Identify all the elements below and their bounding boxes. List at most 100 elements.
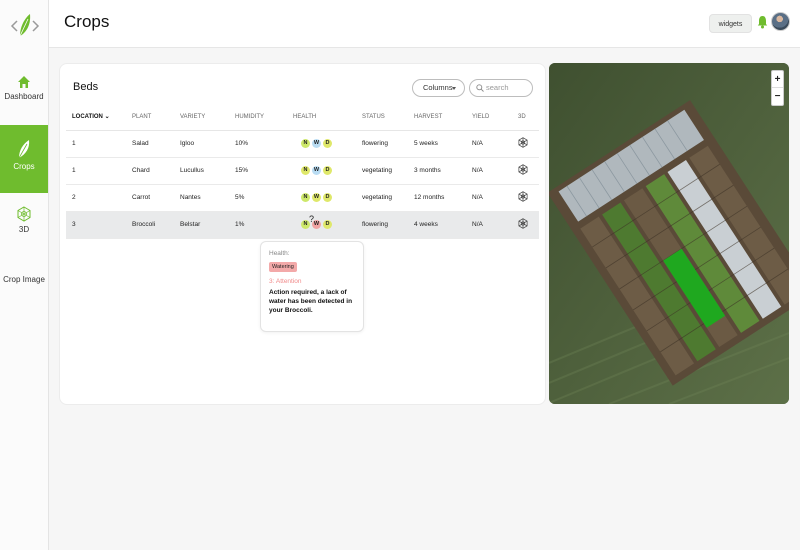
- health-badge-n[interactable]: N: [301, 193, 310, 202]
- satellite-map[interactable]: + −: [549, 63, 789, 404]
- cell-location: 3: [72, 221, 76, 228]
- health-badge-n[interactable]: N: [301, 166, 310, 175]
- cell-variety: Belstar: [180, 221, 201, 228]
- cell-yield: N/A: [472, 140, 483, 147]
- cube-icon[interactable]: [518, 191, 528, 202]
- search-input[interactable]: search: [469, 79, 533, 97]
- column-header-humidity[interactable]: HUMIDITY: [229, 104, 287, 131]
- beds-table: LOCATION ⌄ PLANT VARIETY HUMIDITY HEALTH…: [66, 104, 539, 239]
- health-badge-w[interactable]: W: [312, 139, 321, 148]
- widgets-button[interactable]: widgets: [709, 14, 752, 33]
- page-title: Crops: [64, 12, 110, 31]
- zoom-in-button[interactable]: +: [772, 71, 783, 88]
- sidebar-item-crops[interactable]: Crops: [0, 125, 48, 193]
- cell-status: flowering: [362, 221, 389, 228]
- cell-variety: Igloo: [180, 140, 195, 147]
- cell-harvest: 12 months: [414, 194, 445, 201]
- cell-health: NWD: [287, 211, 356, 238]
- cell-humidity: 1%: [235, 221, 245, 228]
- column-header-harvest[interactable]: HARVEST: [408, 104, 466, 131]
- cell-3d: [512, 157, 539, 184]
- cell-health: NWD: [287, 130, 356, 157]
- health-tooltip: Health: Watering 3: Attention Action req…: [260, 241, 364, 332]
- help-cursor-icon: ?: [309, 214, 315, 224]
- bell-icon[interactable]: [757, 15, 768, 29]
- cell-variety: Lucullus: [180, 167, 204, 174]
- table-row[interactable]: 3 Broccoli Belstar 1% NWD flowering 4 we…: [66, 211, 539, 238]
- cell-status: flowering: [362, 140, 389, 147]
- cell-status: vegetating: [362, 167, 392, 174]
- sidebar-item-dashboard[interactable]: Dashboard: [0, 75, 48, 115]
- columns-label: Columns: [423, 83, 453, 92]
- home-icon: [18, 76, 30, 88]
- health-badge-d[interactable]: D: [323, 166, 332, 175]
- sidebar-item-label: Crop Image: [3, 275, 45, 284]
- sidebar-item-crop-image[interactable]: Crop Image: [0, 275, 48, 295]
- cell-humidity: 5%: [235, 194, 245, 201]
- health-badge-n[interactable]: N: [301, 139, 310, 148]
- sidebar-item-label: 3D: [18, 225, 30, 234]
- cell-variety: Nantes: [180, 194, 201, 201]
- column-header-plant[interactable]: PLANT: [126, 104, 174, 131]
- column-header-variety[interactable]: VARIETY: [174, 104, 229, 131]
- avatar[interactable]: [771, 12, 790, 31]
- sidebar-item-label: Dashboard: [4, 92, 44, 101]
- columns-button[interactable]: Columns: [412, 79, 465, 97]
- table-row[interactable]: 2 Carrot Nantes 5% NWD vegetating 12 mon…: [66, 184, 539, 211]
- column-header-yield[interactable]: YIELD: [466, 104, 512, 131]
- column-header-status[interactable]: STATUS: [356, 104, 408, 131]
- cell-plant: Carrot: [132, 194, 151, 201]
- cell-yield: N/A: [472, 221, 483, 228]
- sidebar-item-3d[interactable]: 3D: [0, 206, 48, 246]
- chevron-down-icon: ⌄: [104, 114, 110, 121]
- cell-3d: [512, 130, 539, 157]
- cell-humidity: 10%: [235, 140, 249, 147]
- tooltip-tag: Watering: [269, 262, 297, 272]
- search-placeholder: search: [486, 83, 509, 92]
- sidebar-item-label: Crops: [13, 162, 35, 171]
- cube-icon: [17, 206, 31, 222]
- caret-down-icon: [452, 87, 456, 90]
- cube-icon[interactable]: [518, 164, 528, 175]
- sidebar: Dashboard Crops 3D Crop Image: [0, 0, 49, 550]
- cell-location: 1: [72, 140, 76, 147]
- satellite-image: [549, 63, 789, 404]
- cell-3d: [512, 184, 539, 211]
- cell-health: NWD: [287, 157, 356, 184]
- cube-icon[interactable]: [518, 137, 528, 148]
- cell-plant: Broccoli: [132, 221, 156, 228]
- leaf-icon: [18, 140, 30, 159]
- column-header-health[interactable]: HEALTH: [287, 104, 356, 131]
- search-icon: [476, 84, 484, 92]
- cell-harvest: 3 months: [414, 167, 441, 174]
- map-zoom-control: + −: [771, 70, 784, 106]
- cell-humidity: 15%: [235, 167, 249, 174]
- health-badge-w[interactable]: W: [312, 193, 321, 202]
- cell-plant: Chard: [132, 167, 150, 174]
- cell-3d: [512, 211, 539, 238]
- cell-location: 1: [72, 167, 76, 174]
- beds-card: Beds Columns search LOCATION ⌄ PLANT VAR…: [59, 63, 546, 405]
- table-row[interactable]: 1 Chard Lucullus 15% NWD vegetating 3 mo…: [66, 157, 539, 184]
- health-badge-d[interactable]: D: [323, 193, 332, 202]
- cell-harvest: 4 weeks: [414, 221, 438, 228]
- cube-icon[interactable]: [518, 218, 528, 229]
- health-badge-w[interactable]: W: [312, 166, 321, 175]
- tooltip-message: Action required, a lack of water has bee…: [269, 289, 353, 314]
- header: Crops widgets: [49, 0, 800, 48]
- column-header-3d[interactable]: 3D: [512, 104, 539, 131]
- cell-location: 2: [72, 194, 76, 201]
- cell-yield: N/A: [472, 194, 483, 201]
- zoom-out-button[interactable]: −: [772, 88, 783, 105]
- cell-status: vegetating: [362, 194, 392, 201]
- column-header-location[interactable]: LOCATION ⌄: [66, 104, 126, 131]
- tooltip-status: 3: Attention: [269, 278, 302, 285]
- tooltip-label: Health:: [269, 250, 290, 257]
- table-row[interactable]: 1 Salad Igloo 10% NWD flowering 5 weeks …: [66, 130, 539, 157]
- health-badge-d[interactable]: D: [323, 139, 332, 148]
- health-badge-d[interactable]: D: [323, 220, 332, 229]
- cell-plant: Salad: [132, 140, 149, 147]
- cell-yield: N/A: [472, 167, 483, 174]
- cell-health: NWD: [287, 184, 356, 211]
- cell-harvest: 5 weeks: [414, 140, 438, 147]
